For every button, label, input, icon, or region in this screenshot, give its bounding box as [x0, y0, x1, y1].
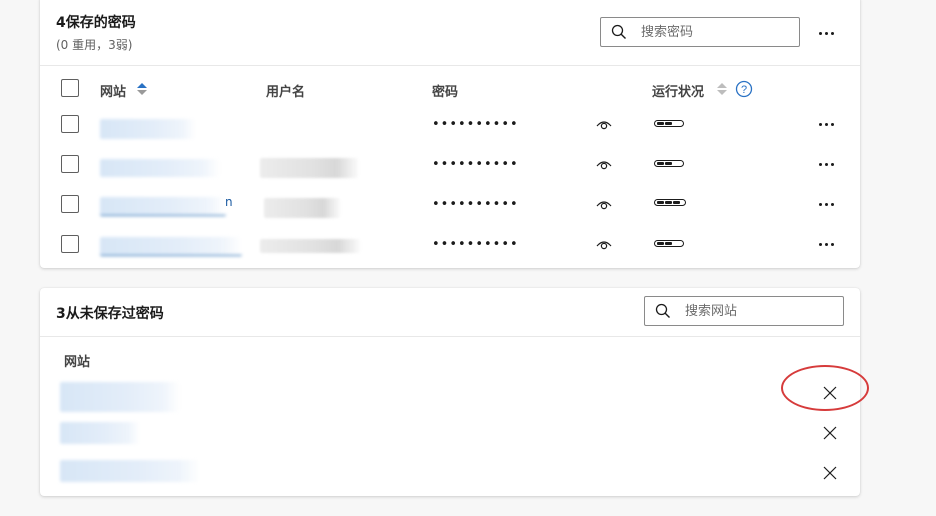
site-link-redacted[interactable] [100, 237, 242, 256]
password-value: •••••••••• [432, 197, 519, 212]
row-checkbox[interactable] [61, 155, 79, 173]
row-checkbox[interactable] [61, 235, 79, 253]
site-search-input[interactable] [683, 302, 817, 320]
close-icon[interactable] [823, 466, 837, 480]
close-icon[interactable] [823, 426, 837, 440]
username-redacted [264, 198, 340, 218]
more-icon[interactable] [814, 115, 838, 133]
row-checkbox[interactable] [61, 195, 79, 213]
site-redacted [60, 382, 180, 412]
password-value: •••••••••• [432, 237, 519, 252]
site-link-redacted[interactable] [100, 119, 196, 139]
more-icon[interactable] [814, 235, 838, 253]
strength-meter-medium [654, 199, 686, 206]
password-search-input[interactable] [639, 23, 773, 41]
header-divider [40, 65, 860, 66]
site-link-redacted[interactable] [100, 197, 226, 216]
annotation-circle [781, 365, 869, 411]
column-password: 密码 [432, 85, 459, 100]
sort-icon[interactable] [136, 81, 148, 97]
strength-meter-weak [654, 240, 684, 247]
saved-passwords-title: 4保存的密码 [56, 15, 136, 31]
column-site[interactable]: 网站 [100, 81, 126, 100]
header-divider [40, 336, 860, 337]
username-redacted [260, 239, 360, 253]
search-icon [611, 24, 626, 39]
eye-icon[interactable] [596, 119, 612, 131]
strength-meter-weak [654, 120, 684, 127]
column-site: 网站 [64, 355, 91, 370]
health-sort-icon[interactable] [716, 81, 728, 97]
eye-icon[interactable] [596, 239, 612, 251]
column-username: 用户名 [266, 85, 306, 100]
site-link-redacted[interactable] [100, 159, 220, 177]
eye-icon[interactable] [596, 199, 612, 211]
help-icon[interactable]: ? [735, 80, 753, 98]
username-redacted [260, 158, 358, 178]
svg-text:?: ? [741, 84, 747, 96]
row-checkbox[interactable] [61, 115, 79, 133]
more-icon[interactable] [814, 155, 838, 173]
never-saved-title: 3从未保存过密码 [56, 306, 164, 322]
saved-passwords-summary: (0 重用，3弱) [56, 38, 133, 52]
password-value: •••••••••• [432, 157, 519, 172]
more-icon[interactable] [814, 24, 838, 42]
search-icon [655, 303, 670, 318]
saved-passwords-card: 4保存的密码 (0 重用，3弱) 网站 用户名 密码 运行状况 ? ••••••… [40, 0, 860, 268]
site-redacted [60, 460, 200, 482]
column-health[interactable]: 运行状况 [652, 81, 704, 100]
strength-meter-weak [654, 160, 684, 167]
site-redacted [60, 422, 140, 444]
never-saved-card: 3从未保存过密码 网站 [40, 288, 860, 496]
select-all-checkbox[interactable] [61, 79, 79, 97]
site-search-box[interactable] [644, 296, 844, 326]
site-link-fragment[interactable]: n [225, 195, 233, 209]
eye-icon[interactable] [596, 159, 612, 171]
more-icon[interactable] [814, 195, 838, 213]
password-search-box[interactable] [600, 17, 800, 47]
password-value: •••••••••• [432, 117, 519, 132]
